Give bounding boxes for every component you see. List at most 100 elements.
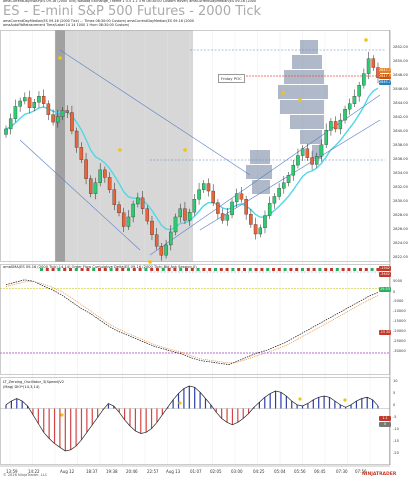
delta-bar — [295, 268, 299, 271]
delta-bar — [301, 268, 304, 271]
oscillator-line — [5, 385, 379, 452]
candle-body — [234, 193, 239, 203]
delta-bar — [347, 268, 351, 271]
prior-poc-label: Friday POC — [218, 74, 245, 83]
x-tick: 02:05 — [210, 469, 222, 474]
delta-bar — [277, 268, 281, 271]
y-tick: -10 — [393, 427, 399, 431]
cumdelta-badge: -1542 — [379, 266, 391, 271]
candle-body — [225, 214, 230, 221]
oscillator-badge: 1.1 — [379, 416, 391, 421]
delta-bar — [208, 268, 212, 271]
candle-body — [140, 197, 145, 209]
candle-body — [150, 220, 154, 235]
y-tick: -15000 — [393, 319, 406, 323]
delta-bar — [364, 268, 368, 271]
candle-body — [126, 216, 131, 227]
candle-body — [202, 183, 206, 190]
candle-body — [300, 148, 305, 156]
y-tick: 5 — [393, 391, 396, 395]
candle-body — [154, 234, 159, 247]
candle-body — [263, 215, 267, 229]
y-tick: -30000 — [393, 349, 406, 353]
y-tick: 2838.00 — [393, 143, 408, 147]
candle-body — [84, 159, 88, 179]
chart-window: ES - E-mini S&P 500 Futures - 2000 Tick … — [0, 0, 411, 480]
volume-profile-bar — [292, 55, 322, 69]
candle-body — [357, 85, 361, 97]
volume-profile-bar — [278, 85, 328, 99]
delta-bar — [335, 268, 339, 271]
y-tick: 2828.00 — [393, 213, 408, 217]
candle-body — [159, 246, 164, 256]
y-tick: -20 — [393, 451, 399, 455]
x-tick: 18:37 — [86, 469, 98, 474]
chart-canvas[interactable] — [0, 0, 411, 480]
candle-body — [338, 119, 343, 130]
y-tick: 2826.00 — [393, 227, 408, 231]
oscillator-badge: 0 — [379, 422, 391, 427]
candle-body — [366, 58, 371, 74]
candle-body — [305, 148, 310, 158]
candle-body — [79, 147, 84, 160]
y-tick: -20000 — [393, 329, 406, 333]
candle-body — [74, 130, 79, 148]
y-tick: 2832.00 — [393, 185, 408, 189]
candle-body — [282, 182, 286, 189]
delta-bar — [318, 268, 322, 271]
candle-body — [164, 244, 168, 256]
delta-bar — [370, 268, 374, 271]
candle-body — [329, 121, 333, 131]
candle-body — [32, 102, 37, 108]
candle-body — [178, 208, 182, 218]
delta-bar — [359, 268, 362, 271]
delta-bar — [341, 268, 345, 271]
indicator-info-line-1: amaCurrentDayVWAP(ES 09-16 (2000 Tick) N… — [3, 0, 257, 3]
ninjatrader-logo: NINJATRADER — [362, 472, 397, 477]
candle-body — [239, 193, 244, 200]
y-tick: 2848.00 — [393, 73, 408, 77]
delta-bar — [283, 268, 287, 271]
delta-bar — [272, 268, 275, 271]
candle-body — [371, 58, 376, 68]
cumdelta-badge: -3442 — [379, 272, 391, 277]
candle-body — [173, 216, 178, 233]
y-tick: 2834.00 — [393, 171, 408, 175]
candle-body — [18, 100, 22, 107]
candle-body — [291, 164, 295, 176]
candle-body — [343, 109, 347, 121]
delta-bar — [196, 268, 200, 271]
volume-profile-bar — [290, 115, 324, 129]
delta-bar — [266, 268, 270, 271]
candle-body — [267, 203, 272, 216]
y-tick: 0 — [393, 290, 396, 294]
signal-dot — [148, 260, 152, 264]
candle-body — [112, 189, 117, 205]
x-tick: 06:45 — [314, 469, 326, 474]
delta-bar — [248, 268, 252, 271]
volume-profile-bar — [300, 130, 322, 144]
candle-body — [103, 169, 107, 178]
delta-bar — [260, 268, 264, 271]
y-tick: 2840.00 — [393, 129, 408, 133]
candle-body — [13, 106, 18, 119]
y-tick: 2824.00 — [393, 241, 408, 245]
volume-profile-bar — [250, 150, 270, 164]
chart-title: ES - E-mini S&P 500 Futures - 2000 Tick — [3, 4, 262, 19]
y-tick: -15 — [393, 439, 399, 443]
channel-line — [199, 119, 381, 231]
volume-profile-bar — [284, 70, 324, 84]
delta-bar — [219, 268, 223, 271]
x-tick: 05:04 — [274, 469, 286, 474]
candle-body — [206, 183, 211, 192]
y-tick: 2850.00 — [393, 59, 408, 63]
x-tick: 03:00 — [231, 469, 243, 474]
candle-body — [347, 103, 352, 110]
weekend-shade — [55, 30, 65, 262]
cumdelta-badge: 29.53 — [379, 287, 391, 292]
delta-bar — [225, 268, 229, 271]
y-tick: -5000 — [393, 299, 404, 303]
x-tick: Aug 13 — [166, 469, 181, 474]
candle-body — [216, 202, 220, 214]
indicator-info-line-3: amaAutoFibRetracement Time/Label 14 14 1… — [3, 23, 130, 27]
